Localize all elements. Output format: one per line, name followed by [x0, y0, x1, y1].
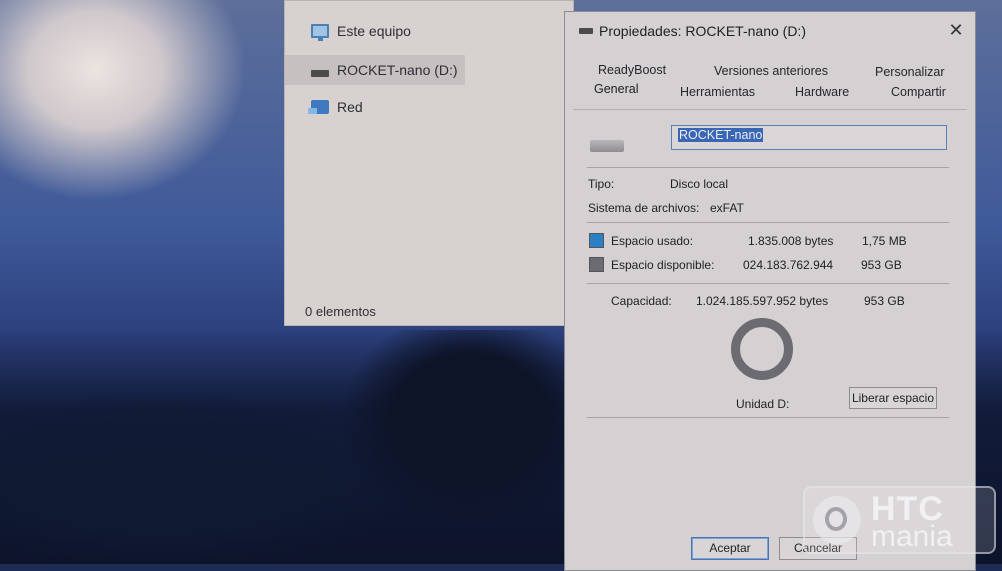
status-bar-item-count: 0 elementos — [305, 304, 376, 319]
tab-readyboost[interactable]: ReadyBoost — [598, 63, 666, 77]
nav-item-red[interactable]: Red — [285, 92, 465, 122]
tab-compartir[interactable]: Compartir — [891, 85, 946, 99]
filesystem-label: Sistema de archivos: — [588, 201, 700, 215]
free-space-bytes: 024.183.762.944 — [743, 258, 834, 272]
capacity-donut-chart — [731, 318, 793, 380]
capacity-size: 953 GB — [864, 294, 905, 308]
free-space-size: 953 GB — [861, 258, 902, 272]
dialog-title-bar: Propiedades: ROCKET-nano (D:) — [565, 12, 975, 50]
drive-letter-label: Unidad D: — [736, 397, 790, 411]
tab-hardware[interactable]: Hardware — [795, 85, 849, 99]
drive-icon — [579, 28, 593, 34]
nav-item-label: ROCKET-nano (D:) — [337, 62, 458, 78]
capacity-label: Capacidad: — [611, 294, 672, 308]
tab-herramientas[interactable]: Herramientas — [680, 85, 755, 99]
divider — [587, 167, 949, 168]
htcmania-watermark: HTC mania — [803, 486, 996, 554]
network-icon — [308, 100, 329, 114]
drive-icon — [590, 140, 624, 152]
divider — [587, 222, 949, 223]
used-space-label: Espacio usado: — [611, 234, 694, 248]
tab-general[interactable]: General — [594, 82, 638, 96]
divider — [587, 417, 949, 418]
watermark-text: mania — [871, 520, 953, 553]
cleanup-button[interactable]: Liberar espacio — [849, 387, 937, 409]
drive-icon — [311, 69, 329, 77]
free-space-label: Espacio disponible: — [611, 258, 715, 272]
tab-versiones-anteriores[interactable]: Versiones anteriores — [714, 64, 828, 78]
filesystem-value: exFAT — [710, 201, 744, 215]
type-label: Tipo: — [588, 177, 615, 191]
nav-item-label: Este equipo — [337, 23, 411, 39]
free-space-swatch — [589, 257, 604, 272]
close-icon[interactable]: ✕ — [947, 21, 965, 39]
used-space-bytes: 1.835.008 bytes — [748, 234, 834, 248]
volume-name-value: ROCKET-nano — [678, 128, 764, 142]
file-explorer-window: Este equipo ROCKET-nano (D:) Red 0 eleme… — [284, 0, 574, 326]
tab-personalizar[interactable]: Personalizar — [875, 65, 944, 79]
volume-name-field[interactable]: ROCKET-nano — [671, 125, 947, 150]
computer-icon — [311, 24, 329, 41]
used-space-size: 1,75 MB — [862, 234, 907, 248]
used-space-swatch — [589, 233, 604, 248]
ok-button[interactable]: Aceptar — [691, 537, 769, 560]
nav-item-label: Red — [337, 99, 363, 115]
type-value: Disco local — [670, 177, 729, 191]
divider — [587, 283, 949, 284]
capacity-bytes: 1.024.185.597.952 bytes — [696, 294, 829, 308]
watermark-logo-icon — [813, 496, 861, 544]
nav-item-rocket-nano[interactable]: ROCKET-nano (D:) — [285, 55, 465, 85]
dialog-title: Propiedades: ROCKET-nano (D:) — [599, 23, 806, 39]
nav-item-este-equipo[interactable]: Este equipo — [285, 16, 465, 46]
